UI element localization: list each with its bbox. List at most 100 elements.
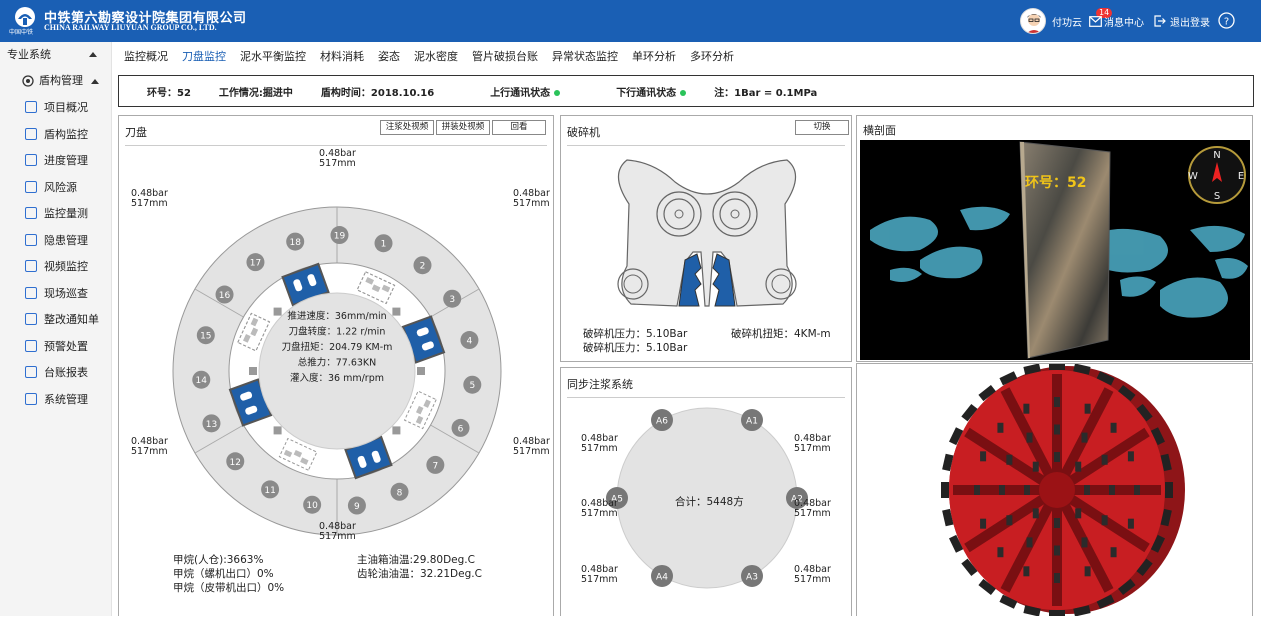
measure-icon: [25, 207, 37, 220]
cutter-tooth: [249, 367, 257, 375]
sidebar-item-2[interactable]: 进度管理: [0, 147, 111, 174]
center-reading-4: 灌入度：36 mm/rpm: [290, 372, 384, 384]
tab-3[interactable]: 材料消耗: [320, 48, 364, 64]
shield-3d-panel: [856, 363, 1253, 616]
tab-5[interactable]: 泥水密度: [414, 48, 458, 64]
gear-oil-temp: 齿轮油油温：32.21Deg.C: [357, 568, 482, 580]
sidebar-item-8[interactable]: 整改通知单: [0, 306, 111, 333]
sidebar-item-5[interactable]: 隐患管理: [0, 227, 111, 254]
grout-label-a5: 0.48bar 517mm: [581, 498, 618, 519]
sidebar-item-0[interactable]: 项目概况: [0, 94, 111, 121]
crusher-pressure-1: 破碎机压力：5.10Bar: [583, 328, 688, 340]
switch-button[interactable]: 切换: [795, 120, 849, 135]
downlink-status: 下行通讯状态: [588, 84, 687, 99]
grouting-total: 合计：5448方: [675, 496, 744, 508]
position-number: 8: [397, 488, 403, 498]
sidebar-item-6[interactable]: 视频监控: [0, 253, 111, 280]
cutter-tooth: [1023, 403, 1030, 414]
cutterhead-panel: 刀盘 注浆处视频 拼装处视频 回看 推进速度：36mm/min 刀盘转度：1.22…: [118, 115, 554, 616]
methane-readings: 甲烷(人仓):3663% 甲烷（螺机出口）0% 甲烷（皮带机出口）0%: [173, 553, 284, 595]
grout-point-label: A1: [746, 417, 758, 427]
methane-chamber: 甲烷(人仓):3663%: [173, 554, 264, 566]
sidebar-item-4[interactable]: 监控量测: [0, 200, 111, 227]
avatar: [1020, 8, 1046, 34]
logout-label: 退出登录: [1170, 17, 1210, 29]
svg-text:?: ?: [1224, 16, 1229, 27]
svg-text:S: S: [1214, 191, 1220, 202]
cutter-tooth: [1109, 485, 1115, 495]
cross-section-panel: 横剖面 环号：52 N E S W: [856, 115, 1253, 362]
position-number: 14: [196, 376, 208, 386]
tab-9[interactable]: 多环分析: [690, 48, 734, 64]
patrol-icon: [25, 286, 37, 299]
pressure-label-top-left: 0.48bar 517mm: [131, 188, 168, 209]
user-menu[interactable]: 付功云: [1020, 8, 1082, 34]
sidebar-group-shield[interactable]: 盾构管理: [0, 68, 111, 94]
cutter-tooth: [1026, 432, 1033, 443]
position-number: 16: [219, 291, 231, 301]
pressure-label-bottom-right: 0.48bar 517mm: [513, 436, 550, 457]
cutter-tooth: [1054, 518, 1060, 528]
tab-8[interactable]: 单环分析: [632, 48, 676, 64]
position-number: 1: [381, 240, 387, 250]
cross-section-title: 横剖面: [863, 124, 896, 137]
sidebar-section-label: 专业系统: [7, 48, 51, 61]
main-oil-temp: 主油箱油温:29.80Deg.C: [357, 554, 475, 566]
sidebar-item-9[interactable]: 预警处置: [0, 333, 111, 360]
module-tabs: 监控概况 刀盘监控 泥水平衡监控 材料消耗 姿态 泥水密度 管片破损台账 异常状态监控 单环分析…: [124, 48, 748, 64]
center-reading-3: 总推力：77.63KN: [298, 357, 377, 369]
cutter-disc: [1049, 610, 1065, 616]
collapse-arrow-icon: [91, 79, 99, 84]
cutter-tooth: [1127, 518, 1134, 529]
cutter-tooth: [1006, 515, 1013, 526]
sidebar: 专业系统 盾构管理 项目概况 盾构监控进度管理风险源 监控量测 隐患管理 视频监控现场巡…: [0, 42, 112, 616]
tab-0[interactable]: 监控概况: [124, 48, 168, 64]
cutter-tooth: [1075, 508, 1082, 519]
shield-time: 盾构时间：2018.10.16: [320, 87, 435, 99]
cutter-tooth: [273, 426, 282, 435]
warning-icon: [25, 339, 37, 352]
tab-2[interactable]: 泥水平衡监控: [240, 48, 306, 64]
position-number: 6: [458, 424, 464, 434]
message-center-label: 消息中心: [1104, 17, 1144, 29]
grout-point-label: A4: [656, 572, 668, 582]
cutter-tooth: [1006, 454, 1013, 465]
cutter-tooth: [1032, 508, 1039, 519]
tab-6[interactable]: 管片破损台账: [472, 48, 538, 64]
ring-number-label: 环号：52: [1025, 175, 1086, 191]
position-number: 4: [467, 337, 473, 347]
ring-number: 环号：52: [147, 87, 191, 99]
svg-text:W: W: [1188, 171, 1198, 182]
project-icon: [25, 101, 37, 114]
shield-machine-icon: [22, 75, 34, 87]
cutter-tooth: [1054, 424, 1060, 435]
sidebar-item-label: 台账报表: [44, 366, 88, 380]
svg-text:E: E: [1238, 171, 1244, 182]
sidebar-item-label: 现场巡查: [44, 286, 88, 300]
sidebar-item-3[interactable]: 风险源: [0, 174, 111, 201]
cutter-tooth: [1081, 432, 1088, 443]
sidebar-items: 项目概况 盾构监控进度管理风险源 监控量测 隐患管理 视频监控现场巡查整改通知单 预警处置…: [0, 94, 111, 412]
sidebar-item-10[interactable]: 台账报表: [0, 359, 111, 386]
position-number: 17: [250, 259, 261, 269]
sidebar-item-7[interactable]: 现场巡查: [0, 280, 111, 307]
progress-icon: [25, 154, 37, 167]
sidebar-item-label: 进度管理: [44, 154, 88, 168]
sidebar-item-1[interactable]: 盾构监控: [0, 121, 111, 148]
cutter-tooth: [1134, 485, 1140, 495]
cutter-tooth: [1054, 573, 1060, 583]
grout-label-a3: 0.48bar 517mm: [794, 564, 831, 585]
crusher-pressure-2: 破碎机压力：5.10Bar: [583, 342, 688, 354]
position-number: 5: [469, 381, 475, 391]
message-center-button[interactable]: 消息中心: [1089, 8, 1144, 34]
compass-icon: N E S W: [1188, 146, 1246, 204]
position-number: 11: [264, 486, 275, 496]
help-icon[interactable]: ?: [1218, 12, 1235, 29]
tab-7[interactable]: 异常状态监控: [552, 48, 618, 64]
top-bar: 中国中铁 中铁第六勘察设计院集团有限公司 CHINA RAILWAY LIUYU…: [0, 0, 1261, 42]
tab-1[interactable]: 刀盘监控: [182, 48, 226, 64]
sidebar-section-header[interactable]: 专业系统: [0, 42, 111, 68]
tab-4[interactable]: 姿态: [378, 48, 400, 64]
logout-button[interactable]: 退出登录: [1154, 8, 1210, 34]
sidebar-item-11[interactable]: 系统管理: [0, 386, 111, 413]
